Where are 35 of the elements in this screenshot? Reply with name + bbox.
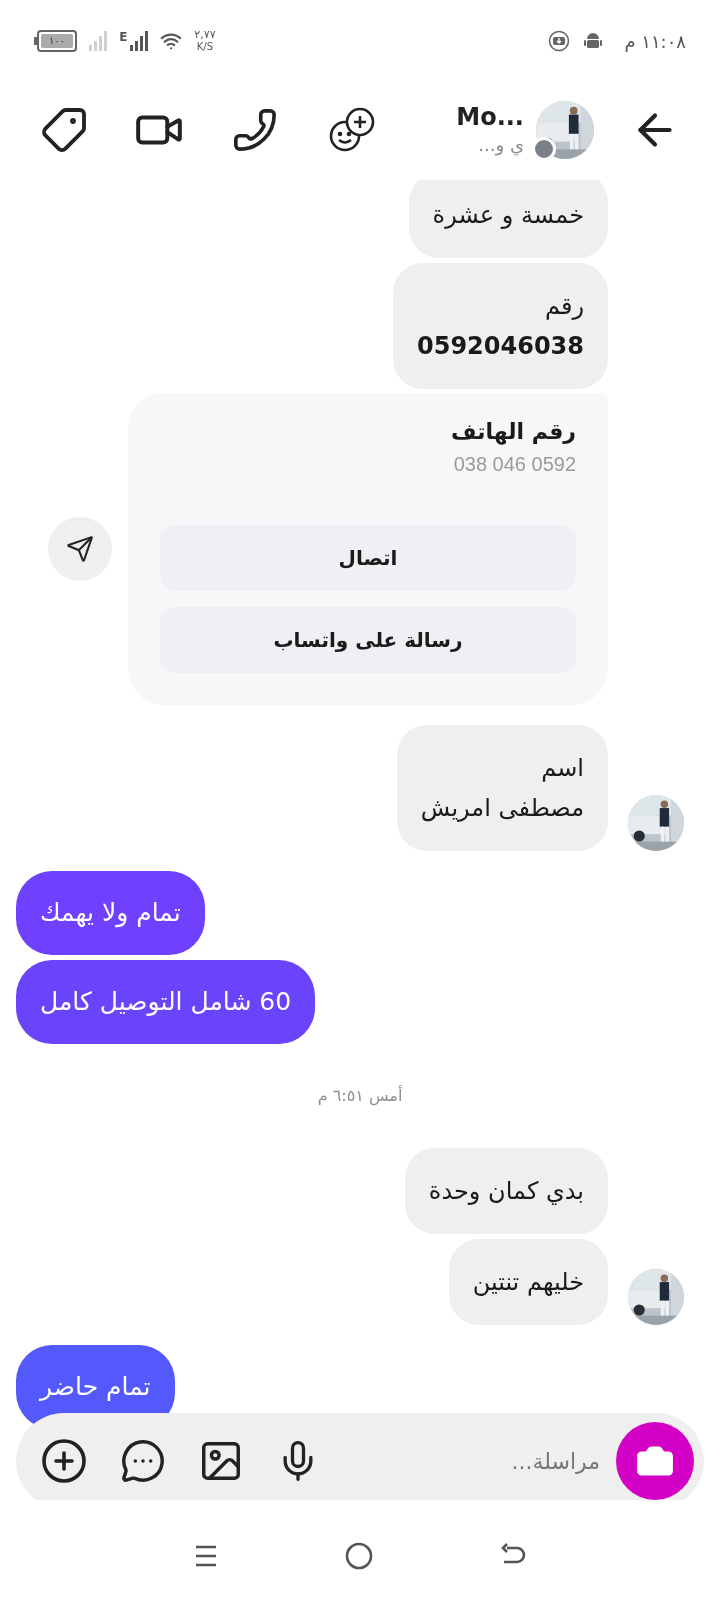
message-text: خمسة و عشرة (432, 200, 584, 231)
android-icon (584, 31, 603, 51)
message-text: 0592046038 (417, 331, 584, 362)
network-speed: ٢,٧٧ (194, 29, 216, 41)
speed-unit: K/S (196, 41, 214, 53)
signal-icon (89, 31, 108, 51)
download-icon (548, 30, 571, 52)
message-text: تمام ولا يهمك (40, 897, 181, 930)
contact-status: ي و... (478, 133, 524, 158)
message-text: بدي كمان وحدة (428, 1176, 584, 1207)
timestamp: أمس ٦:٥١ م (317, 1084, 403, 1108)
message-text: رقم (543, 291, 584, 322)
phone-number: 038 046 0592 (452, 452, 576, 477)
send-icon (66, 535, 94, 563)
card-action-button[interactable]: اتصال (160, 525, 576, 591)
chat-bubble-icon[interactable] (120, 1438, 166, 1484)
card-action-button[interactable]: رسالة على واتساب (160, 607, 576, 673)
message-text: تمام حاضر (40, 1371, 151, 1403)
network-type: E (119, 31, 128, 43)
add-emoji-icon[interactable] (328, 106, 376, 154)
home-icon[interactable] (344, 1541, 374, 1571)
phone-icon[interactable] (232, 107, 278, 153)
message-input[interactable]: مراسلة... (336, 1444, 600, 1478)
signal-icon (130, 31, 149, 51)
message-text: 60 شامل التوصيل كامل (40, 986, 292, 1018)
add-icon[interactable] (40, 1437, 88, 1485)
card-title: رقم الهاتف (449, 418, 576, 447)
message-text: اسم (540, 753, 584, 784)
message-text: خليهم تنتين (472, 1267, 584, 1298)
contact-name[interactable]: Mo... (456, 102, 524, 132)
message-text: مصطفى امريش (420, 793, 584, 824)
clock: ١١:٠٨ م (624, 29, 686, 54)
tag-icon[interactable] (40, 106, 88, 154)
camera-button[interactable] (616, 1422, 694, 1500)
battery-icon: ١٠٠ (34, 30, 78, 52)
